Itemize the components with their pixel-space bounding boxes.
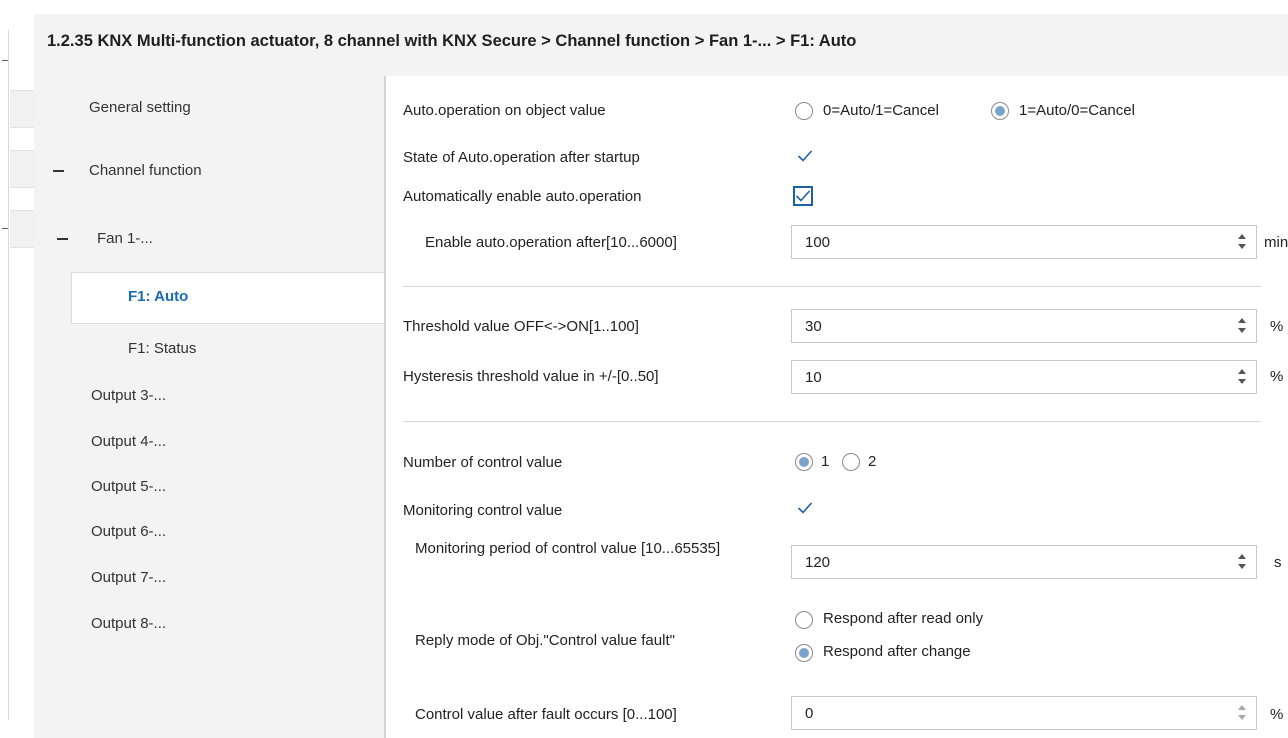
sidebar-item-f1-status[interactable]: F1: Status — [34, 329, 384, 369]
checkmark-icon — [795, 190, 811, 202]
sidebar-item-channel-function[interactable]: Channel function — [34, 151, 384, 191]
sidebar-item-general-setting[interactable]: General setting — [34, 88, 384, 128]
sidebar-item-output-6[interactable]: Output 6-... — [34, 512, 384, 552]
sidebar-item-label: Channel function — [89, 162, 202, 179]
sidebar-item-label: Fan 1-... — [97, 230, 153, 247]
param-label-monitoring-period: Monitoring period of control value [10..… — [415, 540, 721, 557]
spinbox-value[interactable]: 10 — [805, 369, 822, 386]
collapse-icon[interactable] — [57, 238, 68, 240]
param-label-auto-operation: Auto.operation on object value — [403, 102, 606, 119]
radio-auto-op-0[interactable] — [795, 102, 813, 120]
breadcrumb-title: 1.2.35 KNX Multi-function actuator, 8 ch… — [47, 32, 857, 50]
radio-label[interactable]: Respond after change — [823, 643, 971, 660]
sidebar-item-label: Output 6-... — [91, 523, 167, 540]
collapse-icon[interactable] — [53, 170, 64, 172]
radio-label[interactable]: Respond after read only — [823, 610, 983, 627]
param-label-enable-after: Enable auto.operation after[10...6000] — [425, 234, 677, 251]
radio-label[interactable]: 0=Auto/1=Cancel — [823, 102, 939, 119]
radio-label[interactable]: 1=Auto/0=Cancel — [1019, 102, 1135, 119]
radio-reply-after-change[interactable] — [795, 644, 813, 662]
radio-label[interactable]: 2 — [868, 453, 876, 470]
sidebar-item-output-3[interactable]: Output 3-... — [34, 376, 384, 416]
sidebar-item-label: F1: Status — [128, 340, 197, 357]
parameter-window: 1.2.35 KNX Multi-function actuator, 8 ch… — [34, 14, 1288, 738]
spin-arrows-icon[interactable] — [1238, 703, 1248, 723]
param-label-threshold: Threshold value OFF<->ON[1..100] — [403, 318, 639, 335]
spinbox-enable-after[interactable]: 100 — [791, 225, 1257, 259]
radio-reply-read-only[interactable] — [795, 611, 813, 629]
section-divider — [403, 421, 1261, 422]
sidebar-item-label: General setting — [89, 99, 191, 116]
sidebar-item-label: F1: Auto — [128, 288, 189, 305]
param-label-hysteresis: Hysteresis threshold value in +/-[0..50] — [403, 368, 659, 385]
section-divider — [403, 286, 1261, 287]
spinbox-hysteresis[interactable]: 10 — [791, 360, 1257, 394]
checkmark-icon — [797, 502, 813, 514]
sidebar-item-output-5[interactable]: Output 5-... — [34, 467, 384, 507]
sidebar-item-f1-auto[interactable]: F1: Auto — [71, 272, 385, 324]
spinbox-value[interactable]: 0 — [805, 705, 813, 722]
unit-label: % — [1270, 368, 1284, 385]
radio-num-control-1[interactable] — [795, 453, 813, 471]
spinbox-value[interactable]: 30 — [805, 318, 822, 335]
param-label-fault-value: Control value after fault occurs [0...10… — [415, 706, 677, 723]
checkmark-icon — [797, 150, 813, 162]
unit-label: % — [1270, 706, 1284, 723]
parameter-panel: Auto.operation on object value 0=Auto/1=… — [386, 76, 1288, 738]
checkbox-auto-enable[interactable] — [793, 186, 813, 206]
spinbox-value[interactable]: 120 — [805, 554, 830, 571]
spinbox-monitoring-period[interactable]: 120 — [791, 545, 1257, 579]
title-bar: 1.2.35 KNX Multi-function actuator, 8 ch… — [34, 14, 1288, 76]
checkbox-monitoring[interactable] — [795, 498, 815, 518]
spinbox-fault-value[interactable]: 0 — [791, 696, 1257, 730]
checkbox-state-after-startup[interactable] — [795, 146, 815, 166]
radio-label[interactable]: 1 — [821, 453, 829, 470]
sidebar-item-label: Output 5-... — [91, 478, 167, 495]
spin-arrows-icon[interactable] — [1238, 232, 1248, 252]
param-label-reply-mode: Reply mode of Obj."Control value fault" — [415, 632, 675, 649]
sidebar-item-output-4[interactable]: Output 4-... — [34, 422, 384, 462]
background-window-edge — [0, 0, 34, 738]
radio-auto-op-1[interactable] — [991, 102, 1009, 120]
sidebar-item-output-7[interactable]: Output 7-... — [34, 558, 384, 598]
sidebar-item-label: Output 7-... — [91, 569, 167, 586]
spin-arrows-icon[interactable] — [1238, 552, 1248, 572]
radio-num-control-2[interactable] — [842, 453, 860, 471]
unit-label: % — [1270, 318, 1284, 335]
param-label-num-control: Number of control value — [403, 454, 563, 471]
spinbox-threshold[interactable]: 30 — [791, 309, 1257, 343]
param-label-auto-enable: Automatically enable auto.operation — [403, 188, 642, 205]
spin-arrows-icon[interactable] — [1238, 316, 1248, 336]
sidebar-item-output-8[interactable]: Output 8-... — [34, 604, 384, 644]
sidebar-item-label: Output 8-... — [91, 615, 167, 632]
sidebar-item-label: Output 3-... — [91, 387, 167, 404]
spin-arrows-icon[interactable] — [1238, 367, 1248, 387]
sidebar-item-label: Output 4-... — [91, 433, 167, 450]
param-label-state-after-startup: State of Auto.operation after startup — [403, 149, 640, 166]
unit-label: s — [1274, 554, 1282, 571]
spinbox-value[interactable]: 100 — [805, 234, 830, 251]
sidebar: General setting Channel function Fan 1-.… — [34, 76, 385, 738]
unit-label: min — [1264, 234, 1288, 251]
param-label-monitoring: Monitoring control value — [403, 502, 563, 519]
sidebar-item-fan-1[interactable]: Fan 1-... — [34, 219, 384, 259]
